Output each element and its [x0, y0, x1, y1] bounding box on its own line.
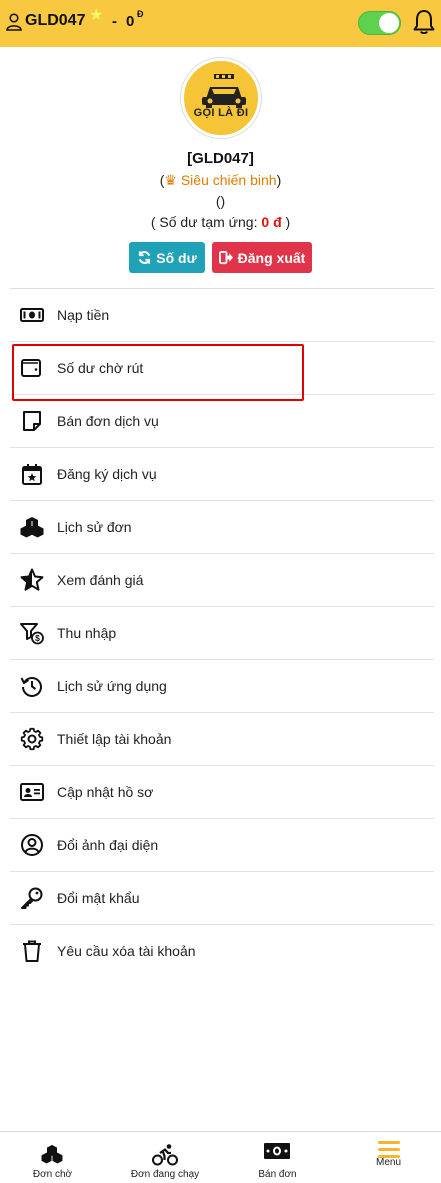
bottom-nav-menu[interactable]: Menu [336, 1132, 441, 1183]
menu-item-label: Cập nhật hồ sơ [57, 784, 154, 800]
menu-item-label: Đổi mật khẩu [57, 890, 140, 906]
header-balance: 0 [126, 13, 135, 30]
menu-item-cap-nhat-ho-so[interactable]: Cập nhật hồ sơ [10, 766, 434, 819]
history-icon [20, 677, 42, 697]
menu-item-doi-anh-dai-dien[interactable]: Đổi ảnh đại diện [10, 819, 434, 872]
calendar-star-icon [22, 464, 42, 485]
menu-item-label: Lịch sử ứng dụng [57, 678, 167, 694]
taxi-logo-icon [202, 74, 246, 108]
hamburger-icon [378, 1141, 400, 1158]
selection-highlight [12, 344, 304, 401]
star-icon: ★ [89, 7, 104, 24]
menu-item-ban-don-dich-vu[interactable]: Bán đơn dịch vụ [10, 395, 434, 448]
top-bar: GLD047 ★ - 0 Đ [0, 0, 441, 47]
toggle-knob [379, 13, 399, 33]
bottom-nav: Đơn chờ Đơn đang chạy Bán đơn Menu [0, 1131, 441, 1182]
menu-item-nap-tien[interactable]: Nạp tiền [10, 289, 434, 342]
advance-prefix: ( Số dư tạm ứng: [150, 214, 262, 230]
menu-item-label: Yêu cầu xóa tài khoản [57, 943, 196, 959]
rank-close: ) [276, 172, 282, 188]
gear-icon [20, 727, 44, 751]
menu-item-doi-mat-khau[interactable]: Đổi mật khẩu [10, 872, 434, 925]
menu-item-dang-ky-dich-vu[interactable]: Đăng ký dịch vụ [10, 448, 434, 501]
boxes-icon [41, 1144, 63, 1164]
menu-item-thiet-lap-tai-khoan[interactable]: Thiết lập tài khoản [10, 713, 434, 766]
menu-item-lich-su-ung-dung[interactable]: Lịch sử ứng dụng [10, 660, 434, 713]
money-bill-icon [20, 308, 44, 322]
avatar[interactable]: GỌI LÀ ĐI [181, 58, 261, 138]
rank-line: (♛ Siêu chiến binh) [0, 172, 441, 189]
trash-icon [23, 940, 41, 962]
menu-item-label: Lịch sử đơn [57, 519, 132, 535]
header-username: GLD047 [25, 12, 86, 29]
menu-item-lich-su-don[interactable]: Lịch sử đơn [10, 501, 434, 554]
sticky-note-icon [23, 411, 41, 431]
menu-item-label: Đăng ký dịch vụ [57, 466, 157, 482]
online-toggle[interactable] [358, 11, 401, 35]
star-half-icon [20, 568, 44, 591]
balance-button[interactable]: Số dư [129, 242, 205, 273]
cyclist-icon [152, 1144, 178, 1166]
advance-amount: 0 đ [261, 214, 282, 230]
menu-item-yeu-cau-xoa-tai-khoan[interactable]: Yêu cầu xóa tài khoản [10, 925, 434, 978]
advance-balance: ( Số dư tạm ứng: 0 đ ) [0, 214, 441, 230]
bottom-nav-label: Đơn đang chạy [130, 1169, 200, 1180]
svg-text:$: $ [35, 633, 40, 643]
menu-item-thu-nhap[interactable]: $ Thu nhập [10, 607, 434, 660]
id-card-icon [20, 783, 44, 801]
filter-dollar-icon: $ [20, 623, 44, 645]
logout-button[interactable]: Đăng xuất [212, 242, 312, 273]
menu-item-label: Xem đánh giá [57, 572, 144, 588]
refresh-icon [139, 251, 151, 264]
menu-item-label: Đổi ảnh đại diện [57, 837, 159, 853]
bottom-nav-label: Bán đơn [258, 1169, 297, 1180]
user-icon[interactable] [6, 13, 22, 31]
advance-suffix: ) [281, 214, 291, 230]
bottom-nav-don-dang-chay[interactable]: Đơn đang chạy [105, 1132, 225, 1183]
crown-icon: ♛ [164, 172, 177, 188]
avatar-logo-text: GỌI LÀ ĐI [193, 107, 249, 119]
boxes-icon [20, 517, 44, 538]
header-separator: - [112, 13, 117, 30]
menu-item-label: Bán đơn dịch vụ [57, 413, 159, 429]
bottom-nav-label: Menu [375, 1157, 401, 1168]
menu-item-xem-danh-gia[interactable]: Xem đánh giá [10, 554, 434, 607]
logout-button-label: Đăng xuất [237, 249, 306, 266]
menu-item-label: Thu nhập [57, 625, 117, 641]
bottom-nav-label: Đơn chờ [32, 1169, 73, 1180]
profile-name: [GLD047] [187, 150, 254, 167]
balance-button-label: Số dư [156, 249, 197, 266]
sign-out-icon [218, 250, 233, 265]
bottom-nav-ban-don[interactable]: Bán đơn [225, 1132, 330, 1183]
menu-item-label: Thiết lập tài khoản [57, 731, 172, 747]
header-balance-currency: Đ [137, 9, 144, 19]
bell-icon[interactable] [413, 9, 435, 35]
menu-item-label: Nạp tiền [57, 307, 110, 323]
rank-label: Siêu chiến binh [180, 172, 277, 188]
key-icon [21, 887, 43, 909]
bottom-nav-don-cho[interactable]: Đơn chờ [0, 1132, 105, 1183]
money-bill-icon [264, 1143, 290, 1159]
user-circle-icon [21, 834, 43, 856]
profile-extra: () [215, 193, 226, 209]
